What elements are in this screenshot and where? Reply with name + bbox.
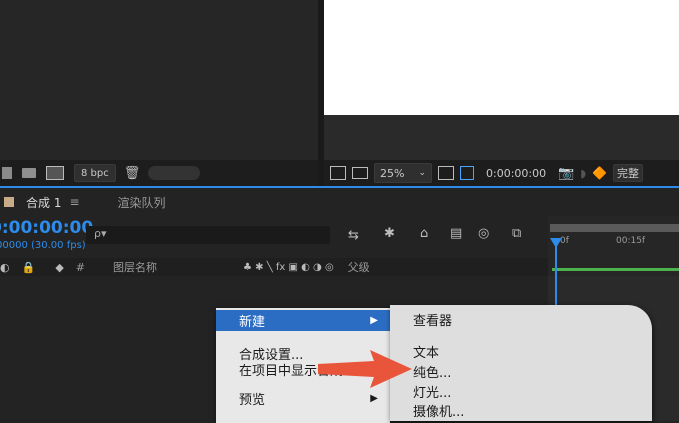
tab-composition-1[interactable]: 合成 1	[26, 194, 61, 211]
interpret-footage-icon[interactable]	[2, 167, 12, 179]
color-channel-icon[interactable]: 🔶	[592, 166, 607, 180]
menu-item-preview-label: 预览	[239, 393, 266, 408]
current-time-display[interactable]: 0:00:00:00	[0, 218, 93, 238]
zoom-value: 25%	[380, 166, 405, 180]
show-snapshot-icon[interactable]: ◗	[580, 167, 586, 180]
thumbnail-slider[interactable]	[148, 166, 201, 180]
tab-menu-icon[interactable]: ≡	[69, 195, 79, 209]
submenu-item-camera[interactable]: 摄像机...	[390, 401, 652, 420]
trash-icon[interactable]: 🗑	[124, 166, 141, 181]
submenu-item-solid[interactable]: 纯色...	[390, 361, 652, 381]
layer-name-header[interactable]: 图层名称	[113, 259, 157, 275]
viewer-toolbar: 25% ⌄ 0:00:00:00 📷 ◗ 🔶 完整	[324, 160, 679, 186]
new-submenu: 查看器 文本 纯色... 灯光... 摄像机...	[390, 305, 652, 421]
resolution-value: 完整	[617, 167, 640, 180]
timeline-controls: 0:00:00:00 00000 (30.00 fps) ρ▾ ⇆ ✱ ⌂ ▤ …	[0, 216, 548, 258]
monitor-icon[interactable]	[352, 167, 368, 179]
annotation-arrow-icon	[318, 350, 412, 388]
submenu-item-camera-label: 摄像机...	[413, 404, 465, 420]
zoom-dropdown[interactable]: 25% ⌄	[374, 163, 432, 183]
menu-item-new[interactable]: 新建 ▶	[216, 310, 390, 331]
ruler-mark-label: 00:15f	[616, 236, 646, 246]
submenu-item-solid-label: 纯色...	[413, 365, 452, 381]
timeline-search-input[interactable]: ρ▾	[86, 226, 330, 244]
submenu-item-text-label: 文本	[413, 345, 440, 361]
fit-frame-icon[interactable]	[438, 166, 454, 180]
project-panel	[0, 0, 318, 160]
layer-column-header: ◐ 🔒 ◆ # 图层名称 ♣ ✱ ╲ fx ▣ ◐ ◑ ◎ 父级	[0, 258, 548, 276]
viewer-pasteboard	[324, 115, 679, 160]
project-footer-bar: 8 bpc 🗑	[0, 160, 318, 186]
av-features-icon[interactable]: ◐	[0, 261, 10, 274]
new-folder-icon[interactable]	[22, 168, 36, 178]
track-green-line	[552, 268, 679, 271]
composition-flowchart-icon[interactable]: ⇆	[348, 228, 359, 243]
graph-editor-icon[interactable]: ⧉	[512, 226, 521, 241]
search-icon: ρ▾	[94, 227, 107, 240]
submenu-arrow-icon: ▶	[370, 315, 378, 326]
shy-layers-icon[interactable]: ⌂	[420, 226, 428, 241]
label-icon[interactable]: ◆	[55, 261, 63, 274]
submenu-item-viewer[interactable]: 查看器	[390, 305, 652, 333]
switches-header: ♣ ✱ ╲ fx ▣ ◐ ◑ ◎	[243, 261, 334, 273]
lock-icon[interactable]: 🔒	[22, 261, 36, 274]
submenu-arrow-icon: ▶	[370, 393, 378, 404]
frame-blending-icon[interactable]: ▤	[450, 226, 462, 241]
composition-canvas[interactable]	[324, 0, 679, 115]
layer-number-header: #	[75, 260, 85, 274]
bpc-button[interactable]: 8 bpc	[74, 164, 116, 182]
viewer-timecode[interactable]: 0:00:00:00	[486, 167, 546, 180]
comp-color-swatch	[4, 197, 14, 207]
draft-3d-icon[interactable]: ✱	[384, 226, 395, 241]
bpc-label: 8 bpc	[81, 167, 109, 179]
motion-blur-icon[interactable]: ◎	[478, 226, 489, 241]
always-preview-icon[interactable]	[330, 166, 346, 180]
menu-item-new-label: 新建	[239, 315, 266, 330]
submenu-item-viewer-label: 查看器	[413, 313, 453, 329]
submenu-item-text[interactable]: 文本	[390, 341, 652, 361]
submenu-item-light[interactable]: 灯光...	[390, 381, 652, 401]
menu-item-preview[interactable]: 预览 ▶	[216, 388, 390, 409]
chevron-down-icon: ⌄	[418, 168, 426, 178]
time-ruler[interactable]: 0f 00:15f	[548, 216, 679, 276]
work-area-bar[interactable]	[550, 224, 679, 232]
new-composition-icon[interactable]	[46, 166, 64, 180]
camera-snapshot-icon[interactable]: 📷	[558, 166, 574, 181]
region-of-interest-icon[interactable]	[460, 166, 474, 180]
parent-header[interactable]: 父级	[348, 259, 370, 275]
submenu-item-light-label: 灯光...	[413, 385, 452, 401]
resolution-dropdown[interactable]: 完整	[613, 164, 644, 182]
fps-label: 00000 (30.00 fps)	[0, 240, 86, 251]
timeline-tab-bar: 合成 1 ≡ 渲染队列	[0, 188, 679, 216]
tab-render-queue[interactable]: 渲染队列	[118, 194, 166, 211]
